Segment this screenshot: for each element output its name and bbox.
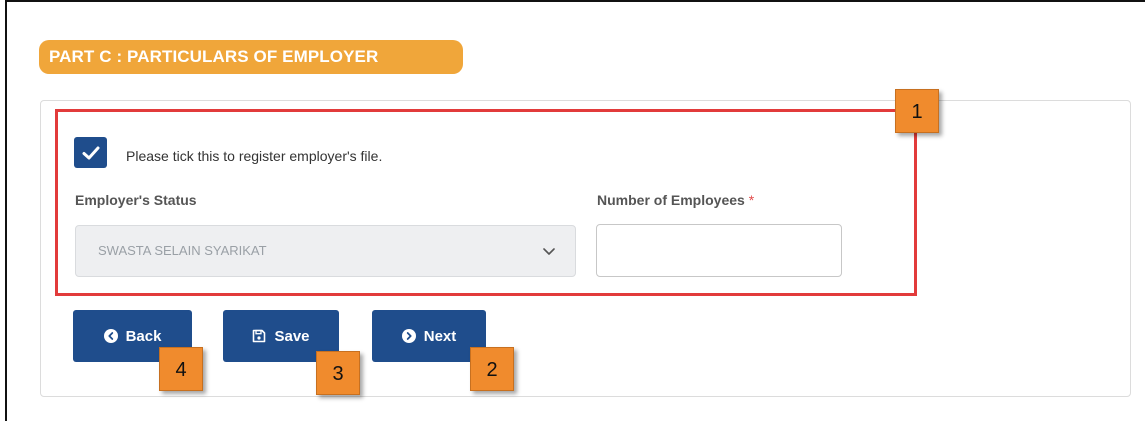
next-circle-icon xyxy=(401,329,416,343)
floppy-disk-icon xyxy=(253,329,266,343)
checkmark-icon xyxy=(82,146,99,159)
callout-2: 2 xyxy=(470,347,514,391)
employer-status-label: Employer's Status xyxy=(75,192,197,208)
employees-label-text: Number of Employees xyxy=(597,192,745,208)
checkbox-label: Please tick this to register employer's … xyxy=(126,148,383,164)
callout-1: 1 xyxy=(895,89,939,133)
employees-label: Number of Employees * xyxy=(597,192,754,208)
next-button-label: Next xyxy=(423,327,457,345)
callout-3: 3 xyxy=(316,351,360,395)
back-button-label: Back xyxy=(125,327,162,345)
section-title: PART C : PARTICULARS OF EMPLOYER xyxy=(39,40,463,74)
register-file-checkbox[interactable] xyxy=(74,137,107,168)
back-circle-icon xyxy=(103,329,118,343)
save-button-label: Save xyxy=(274,327,310,345)
employer-status-value: SWASTA SELAIN SYARIKAT xyxy=(98,243,267,258)
required-asterisk: * xyxy=(748,192,755,208)
number-of-employees-input[interactable] xyxy=(596,224,842,277)
callout-4: 4 xyxy=(159,347,203,391)
employer-status-select[interactable]: SWASTA SELAIN SYARIKAT xyxy=(75,225,576,277)
next-button[interactable]: Next xyxy=(372,310,486,362)
chevron-down-icon xyxy=(543,248,555,255)
